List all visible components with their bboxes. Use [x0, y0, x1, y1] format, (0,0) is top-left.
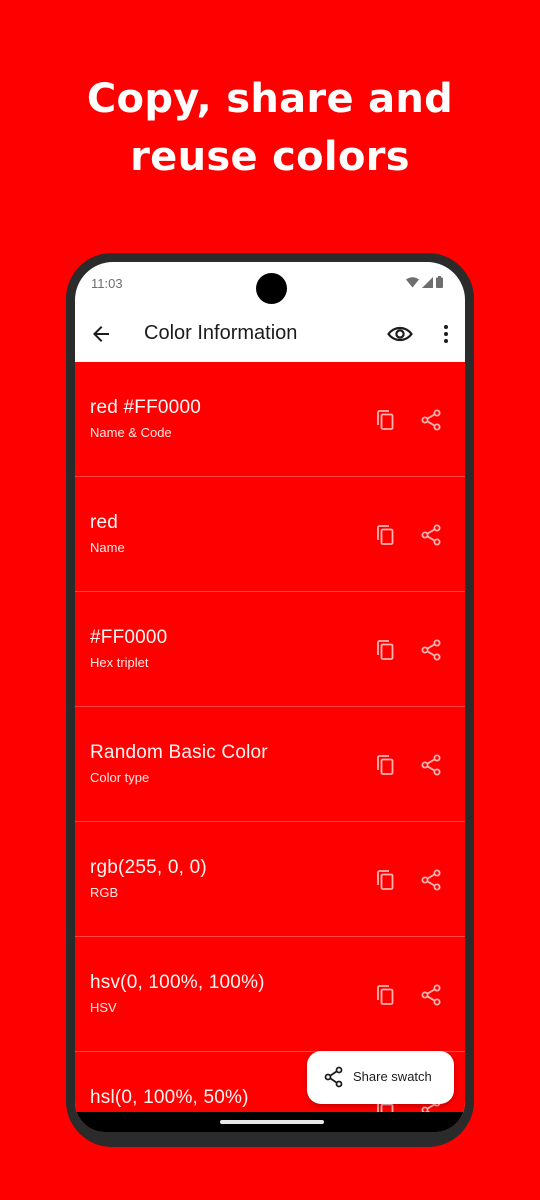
copy-button[interactable] — [373, 408, 397, 432]
signal-icon — [422, 276, 433, 288]
wifi-icon — [406, 276, 419, 287]
copy-icon — [377, 525, 394, 545]
status-bar: 11:03 — [75, 262, 465, 306]
share-swatch-button[interactable]: Share swatch — [307, 1051, 454, 1104]
color-info-list: red #FF0000 Name & Code red Name #FF0000… — [75, 362, 465, 1132]
list-item: rgb(255, 0, 0) RGB — [75, 822, 465, 937]
copy-button[interactable] — [373, 983, 397, 1007]
phone-screen: 11:03 Color Information red #FF0000 Name… — [75, 262, 465, 1132]
row-value: #FF0000 — [90, 627, 168, 648]
row-value: rgb(255, 0, 0) — [90, 857, 207, 878]
share-icon — [421, 409, 441, 431]
row-value: red #FF0000 — [90, 397, 201, 418]
gesture-nav-bar — [75, 1112, 465, 1132]
share-button[interactable] — [419, 868, 443, 892]
copy-button[interactable] — [373, 638, 397, 662]
row-label: Hex triplet — [90, 655, 149, 670]
promo-headline-line2: reuse colors — [130, 134, 410, 180]
status-icons — [406, 276, 443, 288]
share-icon — [421, 524, 441, 546]
row-value: Random Basic Color — [90, 742, 268, 763]
copy-icon — [377, 985, 394, 1005]
copy-icon — [377, 410, 394, 430]
promo-headline-line1: Copy, share and — [86, 76, 454, 122]
camera-cutout — [256, 273, 287, 304]
share-icon — [421, 639, 441, 661]
copy-icon — [377, 870, 394, 890]
copy-icon — [377, 640, 394, 660]
copy-button[interactable] — [373, 753, 397, 777]
share-button[interactable] — [419, 983, 443, 1007]
list-item: red Name — [75, 477, 465, 592]
share-button[interactable] — [419, 638, 443, 662]
share-swatch-label: Share swatch — [353, 1069, 432, 1084]
row-value: hsl(0, 100%, 50%) — [90, 1087, 249, 1108]
share-icon — [324, 1066, 343, 1088]
share-button[interactable] — [419, 753, 443, 777]
row-label: Color type — [90, 770, 150, 785]
row-label: Name & Code — [90, 425, 172, 440]
share-icon — [421, 984, 441, 1006]
app-bar: Color Information — [75, 306, 465, 362]
share-icon — [421, 869, 441, 891]
list-item: hsv(0, 100%, 100%) HSV — [75, 937, 465, 1052]
copy-button[interactable] — [373, 868, 397, 892]
status-time: 11:03 — [91, 276, 123, 291]
list-item: red #FF0000 Name & Code — [75, 362, 465, 477]
page-title: Color Information — [144, 322, 298, 344]
share-button[interactable] — [419, 523, 443, 547]
eye-icon — [387, 326, 413, 342]
phone-frame: 11:03 Color Information red #FF0000 Name… — [66, 253, 474, 1147]
share-icon — [421, 754, 441, 776]
row-label: RGB — [90, 885, 119, 900]
more-vert-icon — [444, 325, 448, 343]
home-handle[interactable] — [220, 1120, 324, 1124]
row-label: Name — [90, 540, 125, 555]
row-value: red — [90, 512, 119, 533]
preview-button[interactable] — [387, 322, 413, 346]
row-label: HSV — [90, 1000, 117, 1015]
back-button[interactable] — [89, 322, 113, 346]
copy-button[interactable] — [373, 523, 397, 547]
battery-icon — [436, 276, 443, 288]
share-button[interactable] — [419, 408, 443, 432]
more-options-button[interactable] — [437, 322, 455, 346]
copy-icon — [377, 755, 394, 775]
promo-headline: Copy, share and reuse colors — [0, 70, 540, 186]
row-value: hsv(0, 100%, 100%) — [90, 972, 265, 993]
list-item: Random Basic Color Color type — [75, 707, 465, 822]
arrow-left-icon — [93, 326, 109, 342]
list-item: #FF0000 Hex triplet — [75, 592, 465, 707]
